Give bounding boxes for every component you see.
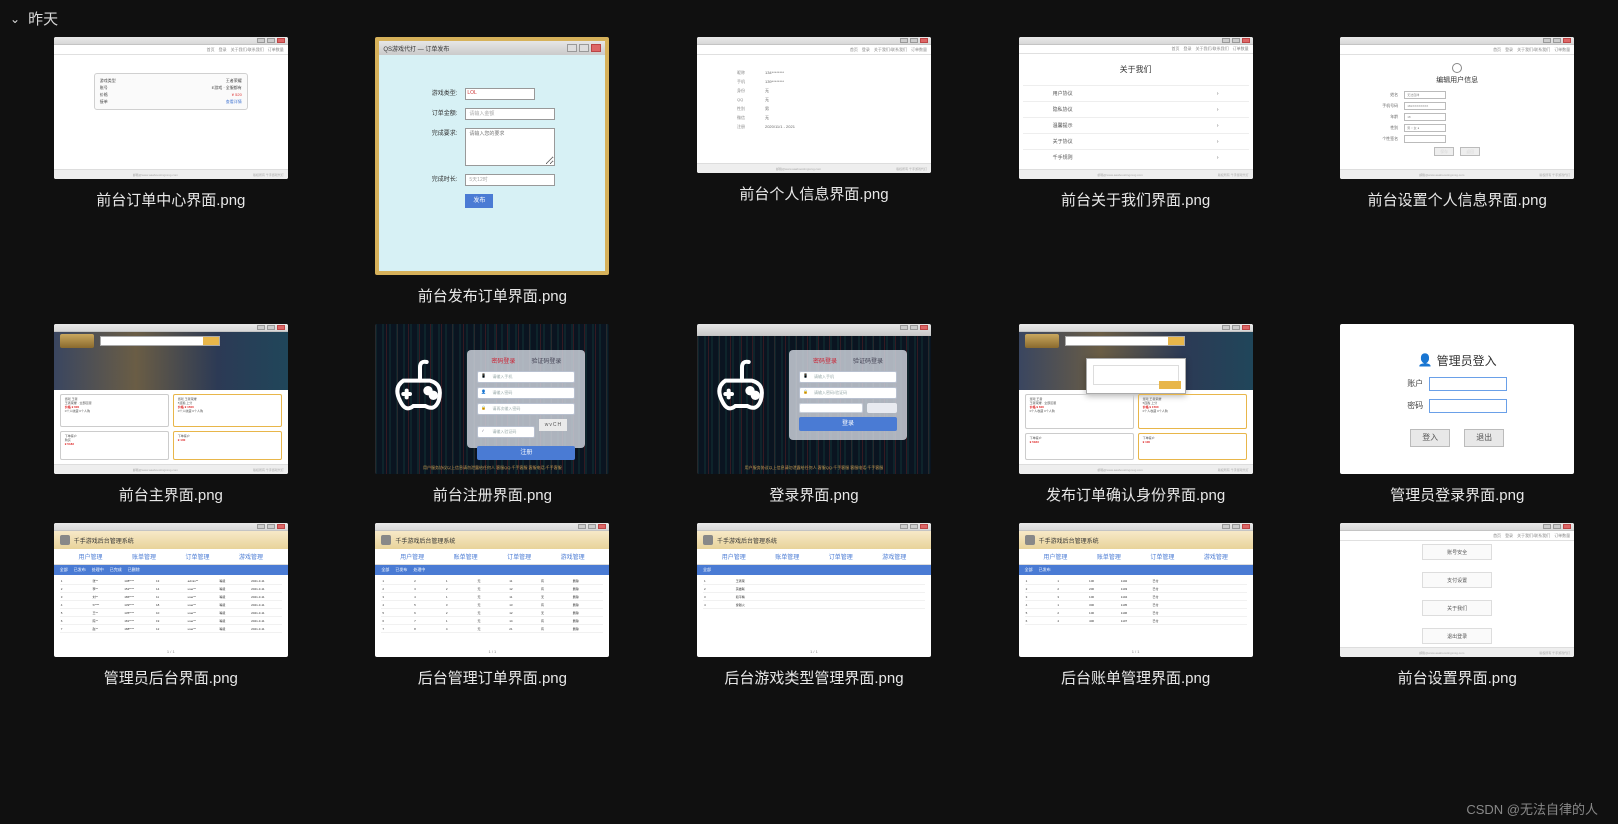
filename: 发布订单确认身份界面.png — [1046, 484, 1225, 505]
thumbnail: 首页登录 关于我们/联系我们订单数量 关于我们 用户协议› 隐私协议› 温馨提示… — [1019, 37, 1253, 179]
shield-icon: ✓ — [481, 428, 489, 436]
file-item[interactable]: 游戏 王者王者荣耀 · 全部区服价格 ¥ 6000个人收藏 0个人购 游戏 王者… — [985, 324, 1287, 505]
filename: 前台设置个人信息界面.png — [1368, 189, 1547, 210]
file-item[interactable]: 首页登录 关于我们/联系我们订单数量 关于我们 用户协议› 隐私协议› 温馨提示… — [985, 37, 1287, 306]
watermark: CSDN @无法自律的人 — [1466, 799, 1598, 818]
filename: 登录界面.png — [769, 484, 858, 505]
file-item[interactable]: 游戏 王者王者荣耀 · 全部区服价格 ¥ 6000个人收藏 0个人购 游戏 王者… — [20, 324, 322, 505]
thumbnail: 首页登录 关于我们/联系我们订单数量 昵称134******** 手机139**… — [697, 37, 931, 173]
thumbnail: 千手游戏后台管理系统 用户管理账单管理 订单管理游戏管理 全部已发布处理中 12… — [375, 523, 609, 657]
section-header[interactable]: ⌄ 昨天 — [0, 0, 1618, 31]
filename: 管理员登录界面.png — [1390, 484, 1524, 505]
file-item[interactable]: 密码登录验证码登录 📱请输入手机 🔒请输入密码/验证码 登录 用户服务协议以上信… — [663, 324, 965, 505]
logo-icon — [60, 334, 94, 348]
thumbnail: QS游戏代打 — 订单发布 游戏类型:LOL 订单金额:请输入金额 完成要求: … — [375, 37, 609, 275]
file-item[interactable]: QS游戏代打 — 订单发布 游戏类型:LOL 订单金额:请输入金额 完成要求: … — [342, 37, 644, 306]
user-icon — [60, 535, 70, 545]
filename: 管理员后台界面.png — [104, 667, 238, 688]
section-title: 昨天 — [28, 8, 58, 29]
file-item[interactable]: 千手游戏后台管理系统 用户管理账单管理 订单管理游戏管理 全部 1王者荣 2英雄… — [663, 523, 965, 688]
filename: 前台订单中心界面.png — [96, 189, 245, 210]
chevron-down-icon: ⌄ — [10, 12, 20, 26]
exit-button: 退出 — [1464, 429, 1504, 447]
filename: 后台账单管理界面.png — [1061, 667, 1210, 688]
filename: 前台设置界面.png — [1398, 667, 1517, 688]
thumbnail-grid: 首页登录 关于我们/联系我们订单数量 游戏类型王者荣耀 账号E游戏 · 全服都有… — [0, 31, 1618, 698]
file-item[interactable]: 👤管理员登入 账户 密码 登入 退出 管理员登录界面.png — [1306, 324, 1608, 505]
filename: 前台个人信息界面.png — [739, 183, 888, 204]
gamepad-icon — [707, 354, 777, 434]
user-icon: 👤 — [1418, 353, 1433, 367]
filename: 前台发布订单界面.png — [418, 285, 567, 306]
filename: 前台注册界面.png — [433, 484, 552, 505]
file-item[interactable]: 首页登录 关于我们/联系我们订单数量 编辑用户信息 姓名无法自律 手机号码181… — [1306, 37, 1608, 306]
thumbnail: 密码登录验证码登录 📱请输入手机 🔒请输入密码/验证码 登录 用户服务协议以上信… — [697, 324, 931, 474]
gamepad-icon — [385, 354, 455, 434]
confirm-dialog — [1086, 358, 1186, 394]
thumbnail: 千手游戏后台管理系统 用户管理账单管理 订单管理游戏管理 全部已发布 11100… — [1019, 523, 1253, 657]
search-input — [100, 336, 220, 346]
login-button: 登入 — [1410, 429, 1450, 447]
user-icon: 👤 — [481, 389, 489, 397]
file-item[interactable]: 千手游戏后台管理系统 用户管理账单管理 订单管理游戏管理 全部已发布处理中 12… — [342, 523, 644, 688]
thumbnail: 千手游戏后台管理系统 用户管理账单管理 订单管理游戏管理 全部已发布处理中已完成… — [54, 523, 288, 657]
thumbnail: 首页登录 关于我们/联系我们订单数量 游戏类型王者荣耀 账号E游戏 · 全服都有… — [54, 37, 288, 179]
phone-icon: 📱 — [803, 373, 811, 381]
file-item[interactable]: 千手游戏后台管理系统 用户管理账单管理 订单管理游戏管理 全部已发布处理中已完成… — [20, 523, 322, 688]
phone-icon: 📱 — [481, 373, 489, 381]
filename: 后台游戏类型管理界面.png — [724, 667, 903, 688]
file-item[interactable]: 密码登录验证码登录 📱请输入手机 👤请输入密码 🔒请再次输入密码 ✓请输入验证码… — [342, 324, 644, 505]
thumbnail: 首页登录 关于我们/联系我们订单数量 账号安全 支付设置 关于我们 退出登录 邮… — [1340, 523, 1574, 657]
filename: 前台主界面.png — [119, 484, 223, 505]
lock-icon: 🔒 — [481, 405, 489, 413]
lock-icon: 🔒 — [803, 389, 811, 397]
thumbnail: 首页登录 关于我们/联系我们订单数量 编辑用户信息 姓名无法自律 手机号码181… — [1340, 37, 1574, 179]
avatar-icon — [1452, 63, 1462, 73]
thumbnail: 游戏 王者王者荣耀 · 全部区服价格 ¥ 6000个人收藏 0个人购 游戏 王者… — [1019, 324, 1253, 474]
confirm-button — [1159, 381, 1181, 389]
file-item[interactable]: 首页登录 关于我们/联系我们订单数量 游戏类型王者荣耀 账号E游戏 · 全服都有… — [20, 37, 322, 306]
file-item[interactable]: 首页登录 关于我们/联系我们订单数量 昵称134******** 手机139**… — [663, 37, 965, 306]
thumbnail: 👤管理员登入 账户 密码 登入 退出 — [1340, 324, 1574, 474]
thumbnail: 密码登录验证码登录 📱请输入手机 👤请输入密码 🔒请再次输入密码 ✓请输入验证码… — [375, 324, 609, 474]
thumbnail: 千手游戏后台管理系统 用户管理账单管理 订单管理游戏管理 全部 1王者荣 2英雄… — [697, 523, 931, 657]
filename: 后台管理订单界面.png — [418, 667, 567, 688]
filename: 前台关于我们界面.png — [1061, 189, 1210, 210]
logo-icon — [1025, 334, 1059, 348]
search-button-icon — [203, 337, 219, 345]
file-item[interactable]: 千手游戏后台管理系统 用户管理账单管理 订单管理游戏管理 全部已发布 11100… — [985, 523, 1287, 688]
file-item[interactable]: 首页登录 关于我们/联系我们订单数量 账号安全 支付设置 关于我们 退出登录 邮… — [1306, 523, 1608, 688]
thumbnail: 游戏 王者王者荣耀 · 全部区服价格 ¥ 6000个人收藏 0个人购 游戏 王者… — [54, 324, 288, 474]
